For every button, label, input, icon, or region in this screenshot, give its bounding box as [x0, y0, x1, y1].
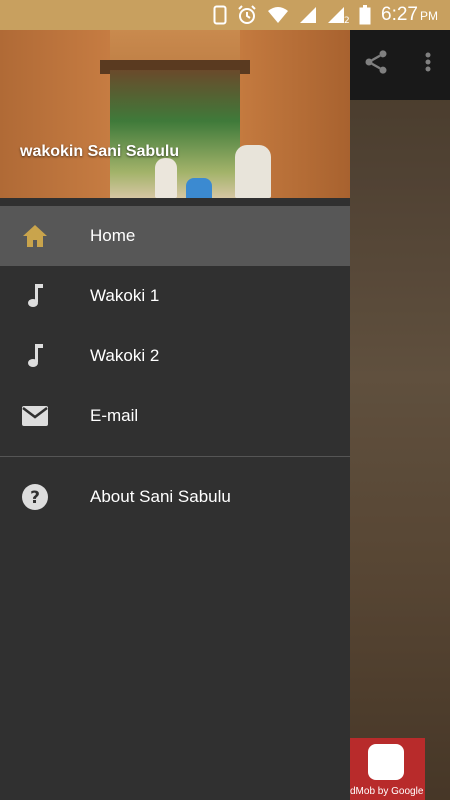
menu-item-label: About Sani Sabulu: [90, 487, 231, 506]
signal-2-icon: 2: [327, 6, 349, 24]
status-bar: 2 6:27 PM: [0, 0, 450, 30]
svg-text:2: 2: [344, 16, 349, 24]
music-note-icon: [20, 281, 50, 311]
svg-text:?: ?: [30, 488, 40, 508]
alarm-icon: [237, 5, 257, 25]
music-note-icon: [20, 341, 50, 371]
drawer-header-title: wakokin Sani Sabulu: [20, 143, 180, 160]
menu-item-home[interactable]: Home: [0, 206, 350, 266]
menu-item-about[interactable]: ? About Sani Sabulu: [0, 467, 350, 527]
menu-item-wakoki-2[interactable]: Wakoki 2: [0, 326, 350, 386]
ad-banner[interactable]: dMob by Google: [350, 738, 425, 800]
menu-item-wakoki-1[interactable]: Wakoki 1: [0, 266, 350, 326]
wifi-icon: [267, 6, 289, 24]
status-time: 6:27 PM: [381, 4, 438, 25]
help-icon: ?: [20, 482, 50, 512]
navigation-drawer: wakokin Sani Sabulu Home Wakoki 1 Wakoki…: [0, 30, 350, 800]
menu-item-label: Home: [90, 226, 136, 245]
phone-outline-icon: [213, 5, 227, 25]
signal-1-icon: [299, 6, 317, 24]
menu-item-label: Wakoki 2: [90, 346, 160, 365]
admob-logo-icon: [368, 744, 404, 780]
mail-icon: [20, 401, 50, 431]
menu-item-label: Wakoki 1: [90, 286, 160, 305]
drawer-divider: [0, 456, 350, 457]
menu-item-email[interactable]: E-mail: [0, 386, 350, 446]
drawer-menu: Home Wakoki 1 Wakoki 2 E-mail ? About Sa…: [0, 198, 350, 527]
home-icon: [20, 221, 50, 251]
menu-item-label: E-mail: [90, 406, 139, 425]
ad-text: dMob by Google: [350, 786, 424, 797]
drawer-header: wakokin Sani Sabulu: [0, 30, 350, 198]
battery-icon: [359, 5, 371, 25]
